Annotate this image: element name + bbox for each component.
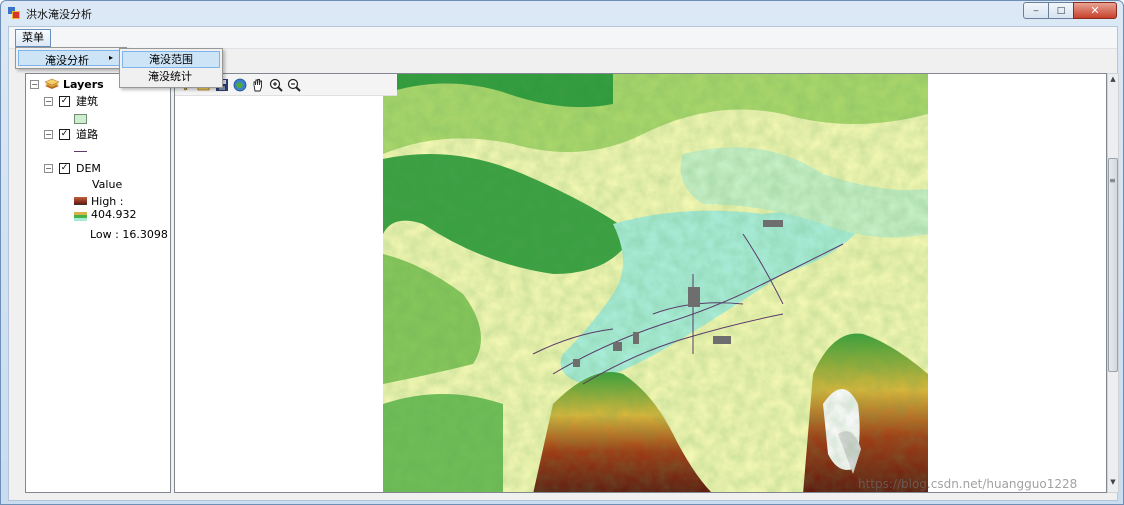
map-control[interactable]	[174, 73, 1107, 493]
full-extent-icon[interactable]	[233, 78, 247, 92]
collapse-icon[interactable]: −	[44, 129, 53, 139]
menu-item-label: 淹没分析	[45, 54, 89, 67]
scroll-up-icon[interactable]: ▲	[1108, 75, 1118, 87]
legend-low-label: Low : 16.3098	[90, 228, 168, 241]
close-button[interactable]: ✕	[1073, 2, 1117, 19]
app-window: 洪水淹没分析 ‒ □ ✕ 菜单 淹没分析 ▸ 淹没范围 淹没统计 − Layer…	[0, 0, 1124, 505]
dem-map-raster[interactable]	[383, 74, 928, 493]
menu-root[interactable]: 菜单	[15, 29, 51, 47]
vertical-scrollbar[interactable]: ▲ ≡ ▼	[1107, 73, 1119, 493]
toc-layer-dem[interactable]: − ✓ DEM	[44, 161, 101, 175]
window-controls: ‒ □ ✕	[1023, 2, 1117, 20]
menu-item-flood-statistics[interactable]: 淹没统计	[122, 69, 220, 86]
pan-icon[interactable]	[251, 78, 265, 92]
polygon-symbol-swatch	[74, 114, 87, 124]
legend-high-swatch	[74, 197, 87, 205]
toc-root-label: Layers	[63, 77, 104, 91]
layer-label: 道路	[76, 128, 98, 141]
zoom-in-icon[interactable]	[269, 78, 283, 92]
layer-label: DEM	[76, 161, 101, 175]
layer-checkbox[interactable]: ✓	[59, 95, 70, 107]
watermark-text: https://blog.csdn.net/huangguo1228	[858, 477, 1078, 491]
layers-toc: − Layers − ✓ 建筑 − ✓ 道路 − ✓ DEM Value Hig…	[25, 73, 171, 493]
layers-icon	[44, 78, 60, 89]
collapse-icon[interactable]: −	[44, 163, 53, 173]
layer-label: 建筑	[76, 95, 98, 108]
legend-high-label: High : 404.932	[91, 195, 137, 221]
scroll-grip-icon: ≡	[1109, 176, 1116, 185]
chevron-right-icon: ▸	[108, 53, 113, 62]
title-bar[interactable]: 洪水淹没分析 ‒ □ ✕	[1, 1, 1123, 25]
minimize-button[interactable]: ‒	[1023, 2, 1049, 19]
legend-ramp-swatch	[74, 212, 87, 221]
menu-bar: 菜单	[9, 27, 1117, 49]
scroll-thumb[interactable]	[1108, 158, 1118, 372]
toc-root-row[interactable]: − Layers	[30, 77, 104, 91]
toc-layer-roads[interactable]: − ✓ 道路	[44, 127, 98, 141]
collapse-icon[interactable]: −	[30, 79, 39, 89]
toc-layer-buildings[interactable]: − ✓ 建筑	[44, 94, 98, 108]
dropdown-menu: 淹没分析 ▸	[15, 47, 127, 69]
scroll-down-icon[interactable]: ▼	[1108, 478, 1118, 490]
line-symbol-swatch	[74, 151, 87, 152]
client-area: 菜单 淹没分析 ▸ 淹没范围 淹没统计 − Layers − ✓ 建筑 − ✓ …	[8, 26, 1119, 501]
maximize-button[interactable]: □	[1048, 2, 1074, 19]
layer-checkbox[interactable]: ✓	[59, 162, 70, 174]
collapse-icon[interactable]: −	[44, 96, 53, 106]
layer-checkbox[interactable]: ✓	[59, 128, 70, 140]
menu-item-flood-analysis[interactable]: 淹没分析 ▸	[18, 50, 124, 67]
zoom-out-icon[interactable]	[287, 78, 301, 92]
app-icon	[8, 7, 20, 19]
menu-item-flood-extent[interactable]: 淹没范围	[122, 51, 220, 68]
window-title: 洪水淹没分析	[26, 8, 92, 21]
flyout-menu: 淹没范围 淹没统计	[119, 48, 223, 88]
legend-field-label: Value	[92, 178, 123, 191]
